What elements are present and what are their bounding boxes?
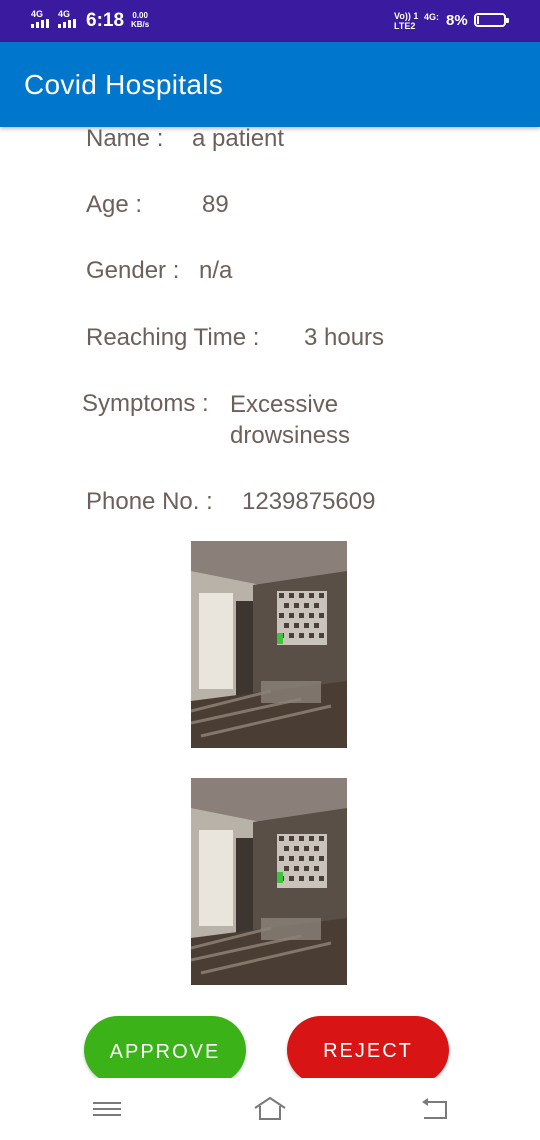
volte-top: Vo)) 1 [394,11,419,21]
network-speed: 0.00 KB/s [131,11,149,29]
detail-name: Name : a patient [86,124,446,154]
battery-icon [474,13,509,27]
app-title: Covid Hospitals [24,69,224,100]
detail-age: Age : 89 [86,190,446,220]
symptoms-value: Excessive drowsiness [230,391,351,449]
patient-photo-1 [191,541,347,748]
menu-icon[interactable] [90,1094,124,1124]
battery-fill [477,16,479,24]
reaching-time-label: Reaching Time : [86,324,260,351]
back-icon[interactable] [418,1094,452,1124]
volte-indicator: Vo)) 1 LTE2 [394,11,418,31]
reject-button[interactable]: REJECT [287,1016,449,1084]
app-bar: Covid Hospitals [0,42,540,127]
approve-button[interactable]: APPROVE [84,1016,246,1084]
home-icon[interactable] [253,1094,287,1124]
detail-gender: Gender : n/a [86,256,446,286]
system-nav-bar [0,1078,540,1140]
sim2-signal: 4G [58,10,78,28]
age-label: Age : [86,191,143,218]
reaching-time-value: 3 hours [304,324,385,351]
status-time: 6:18 [86,10,125,31]
detail-reaching-time: Reaching Time : 3 hours [86,323,446,353]
age-value: 89 [202,191,229,218]
sim1-network-label: 4G [31,9,44,19]
sim1-signal: 4G [31,10,51,28]
volte-bottom: LTE2 [394,21,416,31]
sim2-network-label: 4G [58,9,71,19]
name-value: a patient [192,125,285,152]
detail-phone: Phone No. : 1239875609 [86,487,446,517]
phone-value: 1239875609 [242,488,376,515]
detail-symptoms: Symptoms : Excessive drowsiness [82,389,442,453]
signal-bars-icon [31,19,49,28]
battery-percent: 8% [446,12,468,29]
gender-label: Gender : [86,257,180,284]
network-speed-unit: KB/s [131,20,150,29]
patient-photo-2 [191,778,347,985]
symptoms-label: Symptoms : [82,390,209,417]
gender-value: n/a [199,257,233,284]
signal-bars-icon [58,19,76,28]
network-type: 4G: [424,12,440,22]
network-speed-value: 0.00 [132,11,148,20]
name-label: Name : [86,125,164,152]
phone-label: Phone No. : [86,488,213,515]
status-bar: 4G 4G 6:18 0.00 KB/s Vo)) 1 LTE2 4G: 8% [0,0,540,42]
